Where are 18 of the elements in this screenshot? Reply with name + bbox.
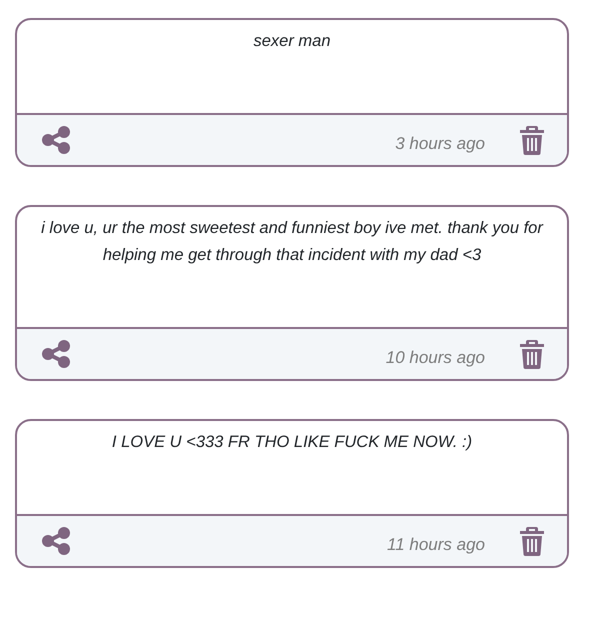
trash-icon: [519, 125, 545, 155]
share-button[interactable]: [41, 126, 71, 154]
delete-button[interactable]: [519, 125, 545, 155]
delete-button[interactable]: [519, 339, 545, 369]
delete-button[interactable]: [519, 526, 545, 556]
share-icon: [41, 126, 71, 154]
share-icon: [41, 340, 71, 368]
timestamp: 11 hours ago: [387, 534, 485, 556]
share-icon: [41, 527, 71, 555]
timestamp: 10 hours ago: [386, 347, 485, 370]
share-button[interactable]: [41, 527, 71, 555]
message-text: sexer man: [252, 31, 332, 52]
message-text: I LOVE U <333 FR THO LIKE FUCK ME NOW. :): [110, 432, 474, 453]
message-text: i love u, ur the most sweetest and funniest boy ive met. thank you for helping me get through that incident with my dad <3: [40, 218, 544, 266]
trash-icon: [519, 526, 545, 556]
timestamp: 3 hours ago: [395, 133, 485, 156]
trash-icon: [519, 339, 545, 369]
share-button[interactable]: [41, 340, 71, 368]
